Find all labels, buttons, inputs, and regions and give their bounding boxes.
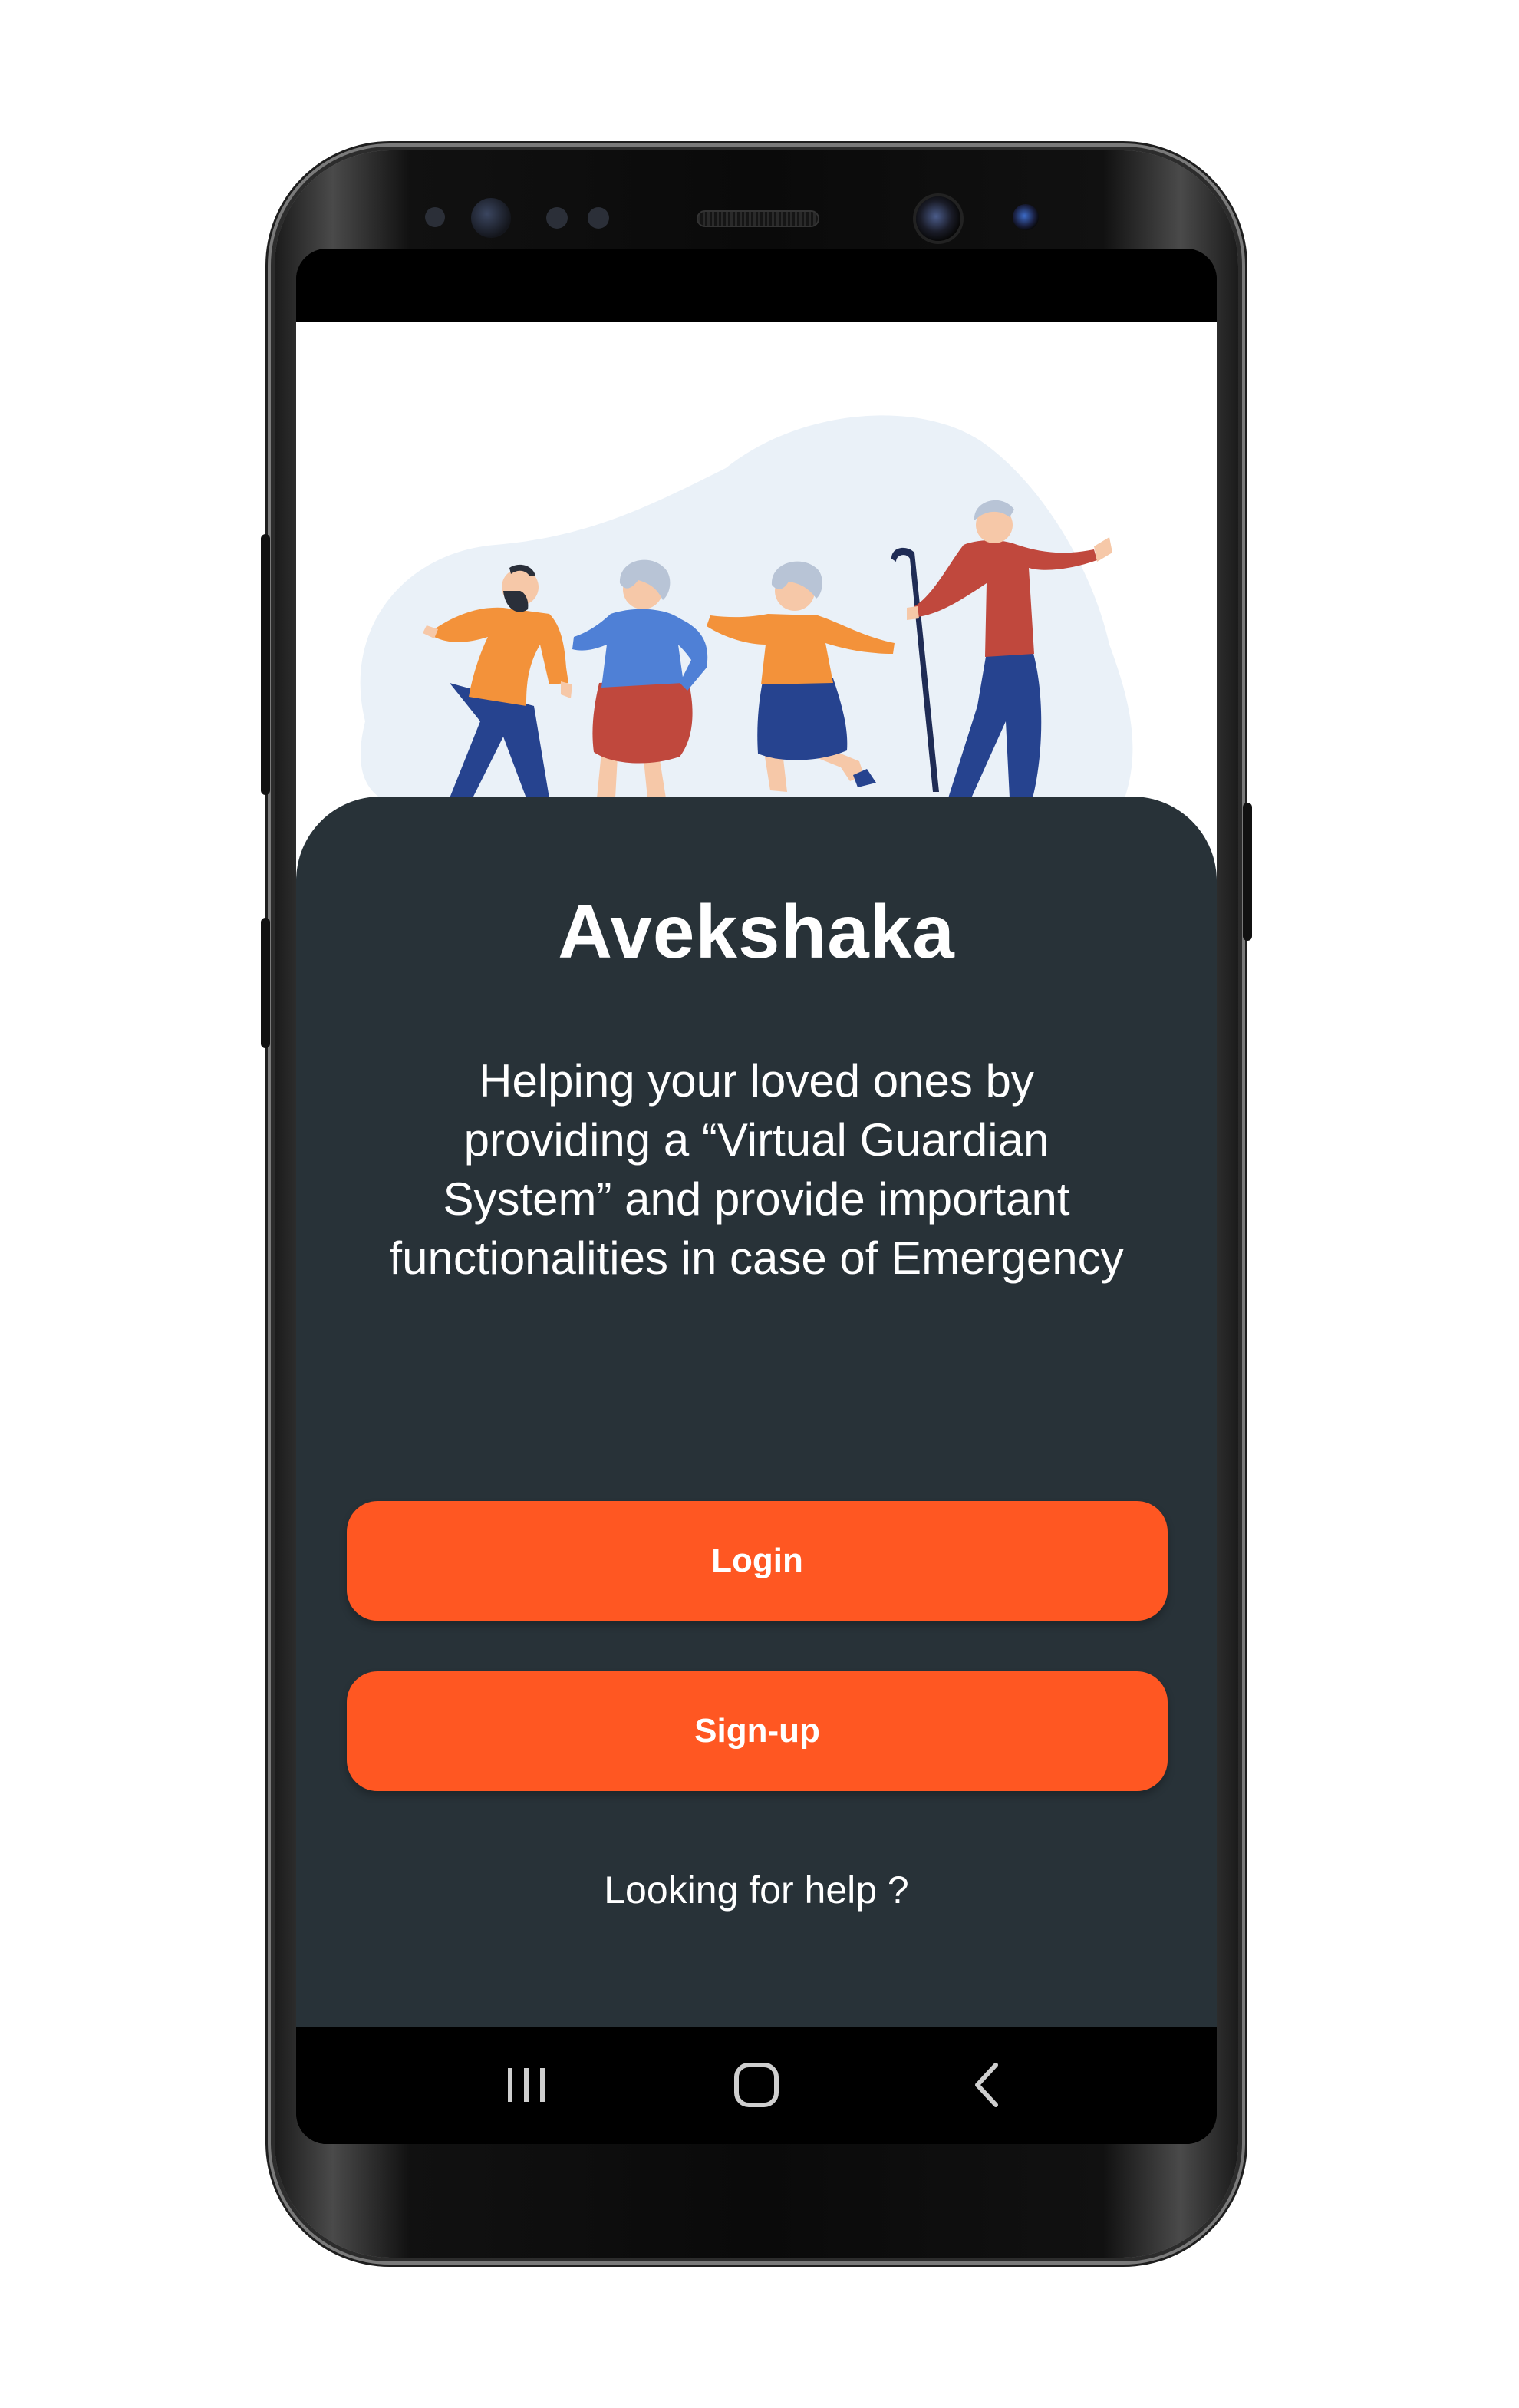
sensor-dot bbox=[588, 207, 609, 229]
app-tagline: Helping your loved ones by providing a “… bbox=[389, 1055, 1124, 1284]
status-bar bbox=[296, 249, 1217, 322]
sensor-dot bbox=[546, 207, 568, 229]
help-link[interactable]: Looking for help ? bbox=[296, 1868, 1217, 1912]
phone-frame: Avekshaka Helping your loved ones by pro… bbox=[261, 150, 1252, 2258]
login-button[interactable]: Login bbox=[347, 1501, 1168, 1621]
earpiece-speaker bbox=[697, 210, 819, 227]
signup-button[interactable]: Sign-up bbox=[347, 1671, 1168, 1791]
navigation-bar bbox=[296, 2027, 1217, 2144]
power-button bbox=[1243, 803, 1252, 941]
app-title: Avekshaka bbox=[558, 889, 955, 974]
home-icon[interactable] bbox=[718, 2050, 795, 2119]
front-camera bbox=[916, 196, 960, 241]
welcome-card: Avekshaka Helping your loved ones by pro… bbox=[296, 797, 1217, 2027]
assistant-button bbox=[261, 918, 270, 1048]
dancing-seniors-illustration bbox=[360, 415, 1133, 798]
sensor-dot bbox=[425, 207, 445, 227]
phone-sensors bbox=[275, 190, 1238, 244]
volume-button bbox=[261, 534, 270, 795]
back-icon[interactable] bbox=[948, 2050, 1025, 2119]
recent-apps-icon[interactable] bbox=[488, 2050, 565, 2119]
iris-camera bbox=[1013, 204, 1039, 230]
iris-sensor bbox=[471, 198, 511, 238]
app-content: Avekshaka Helping your loved ones by pro… bbox=[296, 322, 1217, 2027]
phone-screen: Avekshaka Helping your loved ones by pro… bbox=[296, 249, 1217, 2144]
